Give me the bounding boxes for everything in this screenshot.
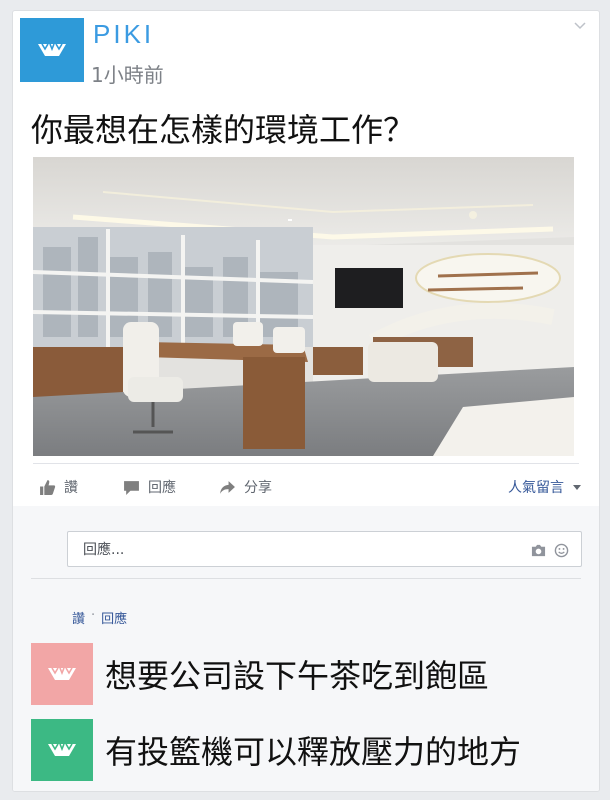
smile-logo-icon	[48, 743, 76, 756]
smile-logo-icon	[38, 43, 66, 56]
separator-dot: ·	[91, 608, 96, 623]
option-1-avatar	[31, 643, 93, 705]
post-timestamp[interactable]: 1小時前	[91, 59, 164, 88]
emoji-icon[interactable]	[554, 543, 569, 558]
thumbs-up-icon	[40, 479, 56, 495]
chevron-down-icon[interactable]	[573, 19, 587, 33]
post-question: 你最想在怎樣的環境工作？	[31, 111, 416, 149]
option-2[interactable]: 有投籃機可以釋放壓力的地方	[31, 719, 521, 781]
reply-button[interactable]: 回應	[123, 477, 176, 497]
option-1[interactable]: 想要公司設下午茶吃到飽區	[31, 643, 489, 705]
smile-logo-icon	[48, 667, 76, 680]
camera-icon[interactable]	[531, 543, 546, 558]
share-arrow-icon	[220, 480, 235, 494]
like-button[interactable]: 讚	[39, 477, 78, 497]
piki-avatar[interactable]	[20, 18, 84, 82]
like-label: 讚	[64, 480, 78, 496]
office-photo[interactable]	[33, 157, 574, 456]
option-1-text: 想要公司設下午茶吃到飽區	[105, 657, 490, 695]
comment-divider	[31, 578, 581, 579]
caret-down-icon	[573, 484, 581, 490]
actions-divider	[33, 463, 579, 464]
author-name[interactable]: PIKI	[93, 19, 154, 50]
comment-icon	[124, 480, 139, 495]
comment-input[interactable]: 回應...	[67, 531, 582, 567]
option-2-avatar	[31, 719, 93, 781]
reply-label: 回應	[148, 480, 176, 496]
share-label: 分享	[244, 480, 272, 496]
comment-reply-link[interactable]: 回應	[101, 608, 127, 627]
option-2-text: 有投籃機可以釋放壓力的地方	[105, 733, 522, 771]
post-card: PIKI 1小時前 你最想在怎樣的環境工作？ 讚 回應 分享 人氣留言 回應..…	[12, 10, 600, 792]
share-button[interactable]: 分享	[219, 477, 272, 497]
comment-placeholder: 回應...	[83, 542, 125, 558]
top-comments-dropdown[interactable]: 人氣留言	[508, 477, 581, 497]
top-comments-label: 人氣留言	[508, 480, 564, 496]
comment-actions: 讚 · 回應	[72, 608, 127, 627]
comment-like-link[interactable]: 讚	[72, 608, 85, 627]
